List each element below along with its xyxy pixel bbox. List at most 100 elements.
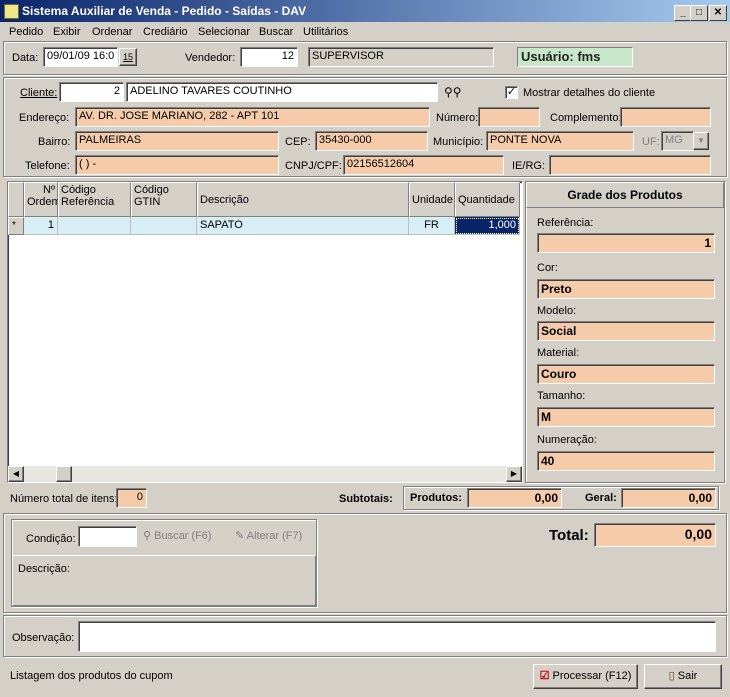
modelo-field[interactable]: Social [537, 321, 715, 341]
vendedor-name-field: SUPERVISOR [308, 47, 494, 67]
uf-select[interactable]: MG [661, 131, 694, 151]
geral-label: Geral: [585, 492, 617, 504]
numero-field[interactable] [478, 107, 540, 127]
exit-door-icon: ▯ [668, 670, 678, 682]
sair-label: Sair [677, 670, 698, 682]
tamanho-field[interactable]: M [537, 407, 715, 427]
table-row-ordem[interactable]: 1 [24, 217, 58, 235]
menu-pedido[interactable]: Pedido [9, 26, 43, 38]
maximize-button[interactable]: □ [690, 5, 708, 21]
table-row-cod-ref[interactable] [58, 217, 131, 235]
cliente-code-field[interactable]: 2 [59, 82, 124, 102]
calendar-icon[interactable]: 15 [119, 48, 137, 66]
numeracao-label: Numeração: [537, 434, 597, 446]
menu-utilitarios[interactable]: Utilitários [303, 26, 348, 38]
cep-label: CEP: [285, 136, 311, 148]
scroll-thumb[interactable] [56, 466, 72, 482]
menu-ordenar[interactable]: Ordenar [92, 26, 132, 38]
binoculars-icon[interactable]: ⚲⚲ [444, 85, 462, 99]
municipio-field[interactable]: PONTE NOVA [486, 131, 634, 151]
cliente-label: Cliente: [20, 87, 58, 99]
vendedor-code-field[interactable]: 12 [240, 47, 298, 67]
uf-label: UF: [642, 136, 660, 148]
num-itens-label: Número total de itens: [10, 493, 118, 505]
edit-icon: ✎ [235, 530, 247, 542]
usuario-badge: Usuário: fms [517, 47, 633, 67]
cor-label: Cor: [537, 262, 558, 274]
cliente-name-field[interactable]: ADELINO TAVARES COUTINHO [126, 82, 438, 102]
processar-label: Processar (F12) [552, 670, 632, 682]
tamanho-label: Tamanho: [537, 390, 586, 402]
buscar-button[interactable]: ⚲ Buscar (F6) [143, 529, 212, 542]
table-row-descricao[interactable]: SAPATO [197, 217, 409, 235]
table-row-quantidade[interactable]: 1,000 [455, 217, 520, 235]
mostrar-detalhes-checkbox[interactable]: ✓ [505, 86, 518, 99]
header-codigo-gtin[interactable]: Código GTIN [131, 182, 197, 217]
observacao-field[interactable] [78, 621, 716, 652]
numero-label: Número: [436, 112, 479, 124]
table-row-cod-gtin[interactable] [131, 217, 197, 235]
endereco-field[interactable]: AV. DR. JOSE MARIANO, 282 - APT 101 [75, 107, 430, 127]
app-icon [4, 4, 19, 19]
buscar-label: Buscar (F6) [154, 530, 212, 542]
table-row-unidade[interactable]: FR [409, 217, 455, 235]
mostrar-detalhes-label: Mostrar detalhes do cliente [523, 87, 656, 99]
ie-label: IE/RG: [512, 160, 546, 172]
close-button[interactable]: ✕ [709, 5, 727, 21]
material-field[interactable]: Couro [537, 364, 715, 384]
data-field[interactable]: 09/01/09 16:0 [43, 47, 118, 67]
processar-button[interactable]: ☑ Processar (F12) [533, 664, 638, 689]
telefone-field[interactable]: ( ) - [75, 155, 279, 175]
processar-icon: ☑ [539, 670, 553, 682]
row-marker: * [8, 217, 24, 235]
header-unidade[interactable]: Unidade [409, 182, 455, 217]
menu-exibir[interactable]: Exibir [53, 26, 81, 38]
sair-button[interactable]: ▯ Sair [644, 664, 722, 689]
produtos-label: Produtos: [410, 492, 462, 504]
menu-crediario[interactable]: Crediário [143, 26, 188, 38]
complemento-label: Complemento: [550, 112, 622, 124]
cor-field[interactable]: Preto [537, 279, 715, 299]
geral-field: 0,00 [621, 488, 716, 508]
status-text: Listagem dos produtos do cupom [10, 670, 173, 682]
header-descricao[interactable]: Descrição [197, 182, 409, 217]
condicao-field[interactable] [78, 526, 137, 547]
material-label: Material: [537, 347, 580, 359]
num-itens-field: 0 [116, 488, 147, 508]
numeracao-field[interactable]: 40 [537, 451, 715, 471]
vendedor-label: Vendedor: [185, 52, 236, 64]
descricao-label: Descrição: [18, 563, 70, 575]
endereco-label: Endereço: [19, 112, 70, 124]
binoculars-icon: ⚲ [143, 530, 155, 542]
alterar-button[interactable]: ✎ Alterar (F7) [235, 529, 302, 542]
cnpj-field[interactable]: 02156512604 [343, 155, 504, 175]
header-ordem[interactable]: Nº Ordem [24, 182, 61, 217]
cep-field[interactable]: 35430-000 [315, 131, 428, 151]
window-title: Sistema Auxiliar de Venda - Pedido - Saí… [22, 4, 307, 18]
modelo-label: Modelo: [537, 305, 577, 317]
header-codigo-referencia[interactable]: Código Referência [58, 182, 131, 217]
scroll-left-icon[interactable]: ◀ [8, 466, 24, 482]
ie-field[interactable] [549, 155, 711, 175]
condicao-label: Condição: [26, 533, 76, 545]
total-field: 0,00 [594, 523, 716, 547]
referencia-label: Referência: [537, 217, 594, 229]
scroll-right-icon[interactable]: ▶ [506, 466, 522, 482]
alterar-label: Alterar (F7) [246, 530, 303, 542]
bairro-field[interactable]: PALMEIRAS [75, 131, 279, 151]
complemento-field[interactable] [620, 107, 711, 127]
horizontal-scrollbar[interactable] [8, 466, 522, 482]
uf-dropdown-icon[interactable]: ▼ [693, 132, 709, 150]
referencia-field[interactable]: 1 [537, 233, 715, 253]
cnpj-label: CNPJ/CPF: [285, 160, 342, 172]
total-label: Total: [549, 527, 589, 544]
menu-buscar[interactable]: Buscar [259, 26, 293, 38]
bairro-label: Bairro: [38, 136, 71, 148]
municipio-label: Município: [433, 136, 484, 148]
grade-title: Grade dos Produtos [526, 182, 724, 208]
grid-corner [8, 182, 24, 217]
menu-selecionar[interactable]: Selecionar [198, 26, 250, 38]
produtos-field: 0,00 [467, 488, 562, 508]
header-quantidade[interactable]: Quantidade [455, 182, 520, 217]
observacao-label: Observação: [12, 632, 75, 644]
